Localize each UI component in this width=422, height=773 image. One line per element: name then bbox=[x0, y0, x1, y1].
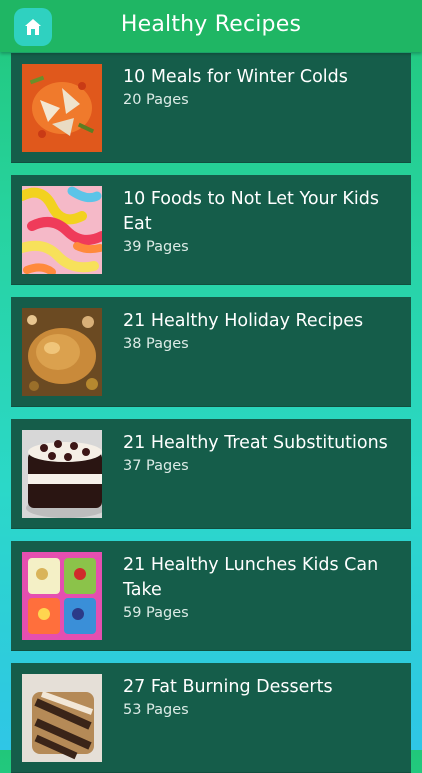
recipe-page-count: 37 Pages bbox=[123, 458, 189, 474]
recipe-text: 21 Healthy Lunches Kids Can Take 59 Page… bbox=[123, 553, 393, 623]
recipe-page-count: 39 Pages bbox=[123, 239, 189, 255]
recipe-title: 10 Meals for Winter Colds bbox=[123, 67, 348, 87]
recipe-text: 21 Healthy Treat Substitutions 37 Pages bbox=[123, 431, 393, 476]
recipe-card[interactable]: 27 Fat Burning Desserts 53 Pages bbox=[11, 663, 411, 773]
app-header: Healthy Recipes bbox=[0, 0, 422, 52]
recipe-card[interactable]: 21 Healthy Holiday Recipes 38 Pages bbox=[11, 297, 411, 407]
recipe-thumbnail bbox=[22, 64, 102, 152]
recipe-text: 10 Meals for Winter Colds 20 Pages bbox=[123, 65, 393, 110]
recipe-card[interactable]: 10 Foods to Not Let Your Kids Eat 39 Pag… bbox=[11, 175, 411, 285]
recipe-page-count: 20 Pages bbox=[123, 92, 189, 108]
recipe-text: 10 Foods to Not Let Your Kids Eat 39 Pag… bbox=[123, 187, 393, 257]
recipe-thumbnail bbox=[22, 552, 102, 640]
recipe-card[interactable]: 21 Healthy Treat Substitutions 37 Pages bbox=[11, 419, 411, 529]
page-title: Healthy Recipes bbox=[120, 12, 302, 37]
recipe-thumbnail bbox=[22, 186, 102, 274]
recipe-title: 10 Foods to Not Let Your Kids Eat bbox=[123, 189, 379, 234]
recipe-thumbnail bbox=[22, 674, 102, 762]
recipe-page-count: 38 Pages bbox=[123, 336, 189, 352]
recipe-title: 21 Healthy Lunches Kids Can Take bbox=[123, 555, 379, 600]
recipe-title: 21 Healthy Holiday Recipes bbox=[123, 311, 364, 331]
recipe-card[interactable]: 21 Healthy Lunches Kids Can Take 59 Page… bbox=[11, 541, 411, 651]
recipe-thumbnail bbox=[22, 308, 102, 396]
recipe-title: 27 Fat Burning Desserts bbox=[123, 677, 333, 697]
recipe-title: 21 Healthy Treat Substitutions bbox=[123, 433, 388, 453]
recipe-card[interactable]: 10 Meals for Winter Colds 20 Pages bbox=[11, 53, 411, 163]
recipe-text: 27 Fat Burning Desserts 53 Pages bbox=[123, 675, 393, 720]
recipe-page-count: 53 Pages bbox=[123, 702, 189, 718]
recipe-text: 21 Healthy Holiday Recipes 38 Pages bbox=[123, 309, 393, 354]
recipe-thumbnail bbox=[22, 430, 102, 518]
recipe-page-count: 59 Pages bbox=[123, 605, 189, 621]
